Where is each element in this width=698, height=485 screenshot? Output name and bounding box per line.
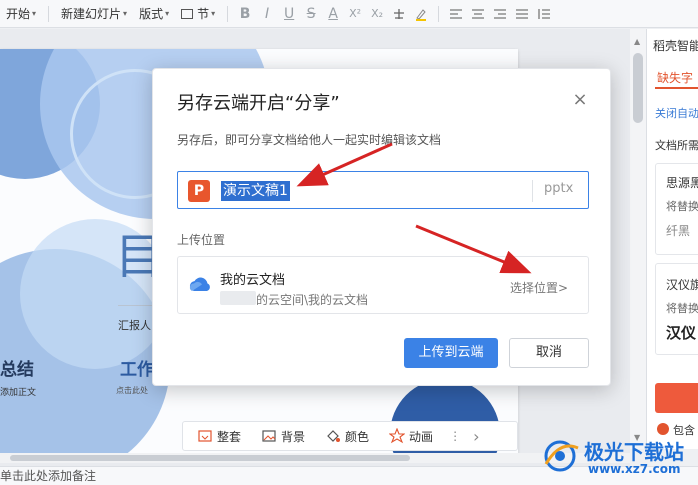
slide-quick-toolbar: 整套 背景 颜色 动画 ⋮ ›: [182, 421, 518, 451]
ext-divider: [532, 180, 533, 202]
toolbar-divider: [227, 5, 229, 22]
redacted-text: [220, 291, 256, 305]
section-icon: [181, 8, 194, 19]
background-icon: [261, 428, 277, 444]
font-replace: 将替换: [666, 302, 698, 315]
align-center-icon[interactable]: [467, 0, 489, 27]
chevron-down-icon: ▾: [165, 9, 170, 18]
color-button[interactable]: 颜色: [317, 423, 377, 449]
align-right-icon[interactable]: [489, 0, 511, 27]
cloud-icon: [189, 277, 210, 291]
location-path: 的云空间\我的云文档: [256, 293, 369, 307]
panel-title: 稻壳智能: [653, 39, 698, 53]
layout-label: 版式: [139, 7, 164, 21]
superscript-icon[interactable]: X²: [344, 0, 366, 27]
color-label: 颜色: [345, 429, 370, 444]
font-color-icon[interactable]: A: [322, 0, 344, 27]
watermark-url: www.xz7.com: [588, 462, 681, 476]
tab-underline: [655, 87, 698, 89]
animation-button[interactable]: 动画: [381, 423, 441, 449]
layout-button[interactable]: 版式 ▾: [133, 0, 175, 27]
work-sub: 点击此处: [116, 386, 148, 395]
italic-icon[interactable]: I: [256, 0, 278, 27]
vertical-scrollbar[interactable]: ▲ ▼: [630, 29, 646, 449]
start-menu[interactable]: 开始 ▾: [0, 0, 42, 27]
reporter-label: 汇报人: [118, 319, 151, 332]
font-sample: 纤黑: [666, 224, 691, 238]
star-icon: [389, 428, 406, 444]
justify-icon[interactable]: [511, 0, 533, 27]
ribbon-toolbar: 开始 ▾ 新建幻灯片 ▾ 版式 ▾ 节 ▾ B I U S A X² X₂: [0, 0, 698, 28]
font-name: 汉仪旗: [666, 278, 698, 292]
upload-location-label: 上传位置: [177, 233, 226, 247]
paint-bucket-icon: [325, 428, 341, 444]
toolbar-divider: [48, 5, 50, 22]
template-button[interactable]: 整套: [189, 423, 249, 449]
strikethrough-icon[interactable]: S: [300, 0, 322, 27]
align-left-icon[interactable]: [445, 0, 467, 27]
chevron-right-icon[interactable]: ›: [469, 423, 483, 449]
background-button[interactable]: 背景: [253, 423, 313, 449]
animation-label: 动画: [409, 429, 434, 444]
scroll-thumb[interactable]: [633, 53, 643, 123]
underline-icon[interactable]: U: [278, 0, 300, 27]
scroll-up-icon[interactable]: ▲: [634, 37, 640, 46]
font-name: 思源黑: [666, 176, 698, 190]
line-spacing-icon[interactable]: [533, 0, 555, 27]
template-icon: [197, 428, 213, 444]
aurora-logo-icon: [544, 440, 579, 472]
save-to-cloud-dialog: 另存云端开启“分享” × 另存后，即可分享文档给他人一起实时编辑该文档 P 演示…: [152, 68, 611, 386]
file-name-input[interactable]: 演示文稿1: [221, 181, 290, 201]
font-replace: 将替换: [666, 200, 698, 213]
dialog-description: 另存后，即可分享文档给他人一起实时编辑该文档: [177, 133, 442, 147]
replace-fonts-button[interactable]: [655, 383, 698, 413]
template-label: 整套: [217, 429, 242, 444]
work-title: 工作: [120, 360, 154, 380]
watermark-title: 极光下载站: [584, 440, 684, 464]
upload-location-selector[interactable]: 我的云文档 的云空间\我的云文档 选择位置>: [177, 256, 589, 314]
phonetic-icon[interactable]: [388, 0, 410, 27]
scroll-thumb[interactable]: [10, 455, 410, 461]
doc-fonts-label: 文档所需: [655, 139, 698, 152]
toolbar-divider: [438, 5, 440, 22]
start-label: 开始: [6, 7, 31, 21]
location-name: 我的云文档: [220, 273, 286, 288]
upload-to-cloud-button[interactable]: 上传到云端: [404, 338, 498, 368]
tab-missing-fonts[interactable]: 缺失字: [657, 69, 693, 86]
file-extension: pptx: [544, 181, 574, 196]
right-panel: 稻壳智能 缺失字 关闭自动 文档所需 思源黑 将替换 纤黑 汉仪旗 将替换 汉仪…: [646, 29, 698, 449]
horizontal-scrollbar[interactable]: [0, 453, 630, 463]
font-sample: 汉仪: [666, 324, 697, 342]
section-button[interactable]: 节 ▾: [175, 0, 221, 27]
file-name-field[interactable]: P 演示文稿1 pptx: [177, 171, 589, 209]
chevron-down-icon: ▾: [32, 9, 37, 18]
more-icon[interactable]: ⋮: [445, 423, 465, 449]
cancel-button[interactable]: 取消: [509, 338, 589, 368]
font-card[interactable]: 思源黑 将替换 纤黑: [655, 163, 698, 255]
section-label: 节: [197, 7, 210, 21]
watermark: 极光下载站 www.xz7.com: [538, 432, 698, 482]
new-slide-label: 新建幻灯片: [61, 7, 122, 21]
chevron-down-icon: ▾: [123, 9, 128, 18]
choose-location-link[interactable]: 选择位置>: [510, 279, 568, 296]
summary-sub: 添加正文: [0, 388, 37, 398]
highlight-icon[interactable]: [410, 0, 432, 27]
dialog-title: 另存云端开启“分享”: [177, 93, 340, 114]
ppt-file-icon: P: [188, 180, 210, 202]
bold-icon[interactable]: B: [234, 0, 256, 27]
font-card[interactable]: 汉仪旗 将替换 汉仪: [655, 263, 698, 355]
background-label: 背景: [281, 429, 306, 444]
close-icon[interactable]: ×: [569, 89, 591, 111]
summary-title: 总结: [0, 360, 34, 380]
chevron-down-icon: ▾: [211, 9, 216, 18]
close-auto-link[interactable]: 关闭自动: [655, 105, 698, 121]
new-slide-button[interactable]: 新建幻灯片 ▾: [55, 0, 133, 27]
subscript-icon[interactable]: X₂: [366, 0, 388, 27]
